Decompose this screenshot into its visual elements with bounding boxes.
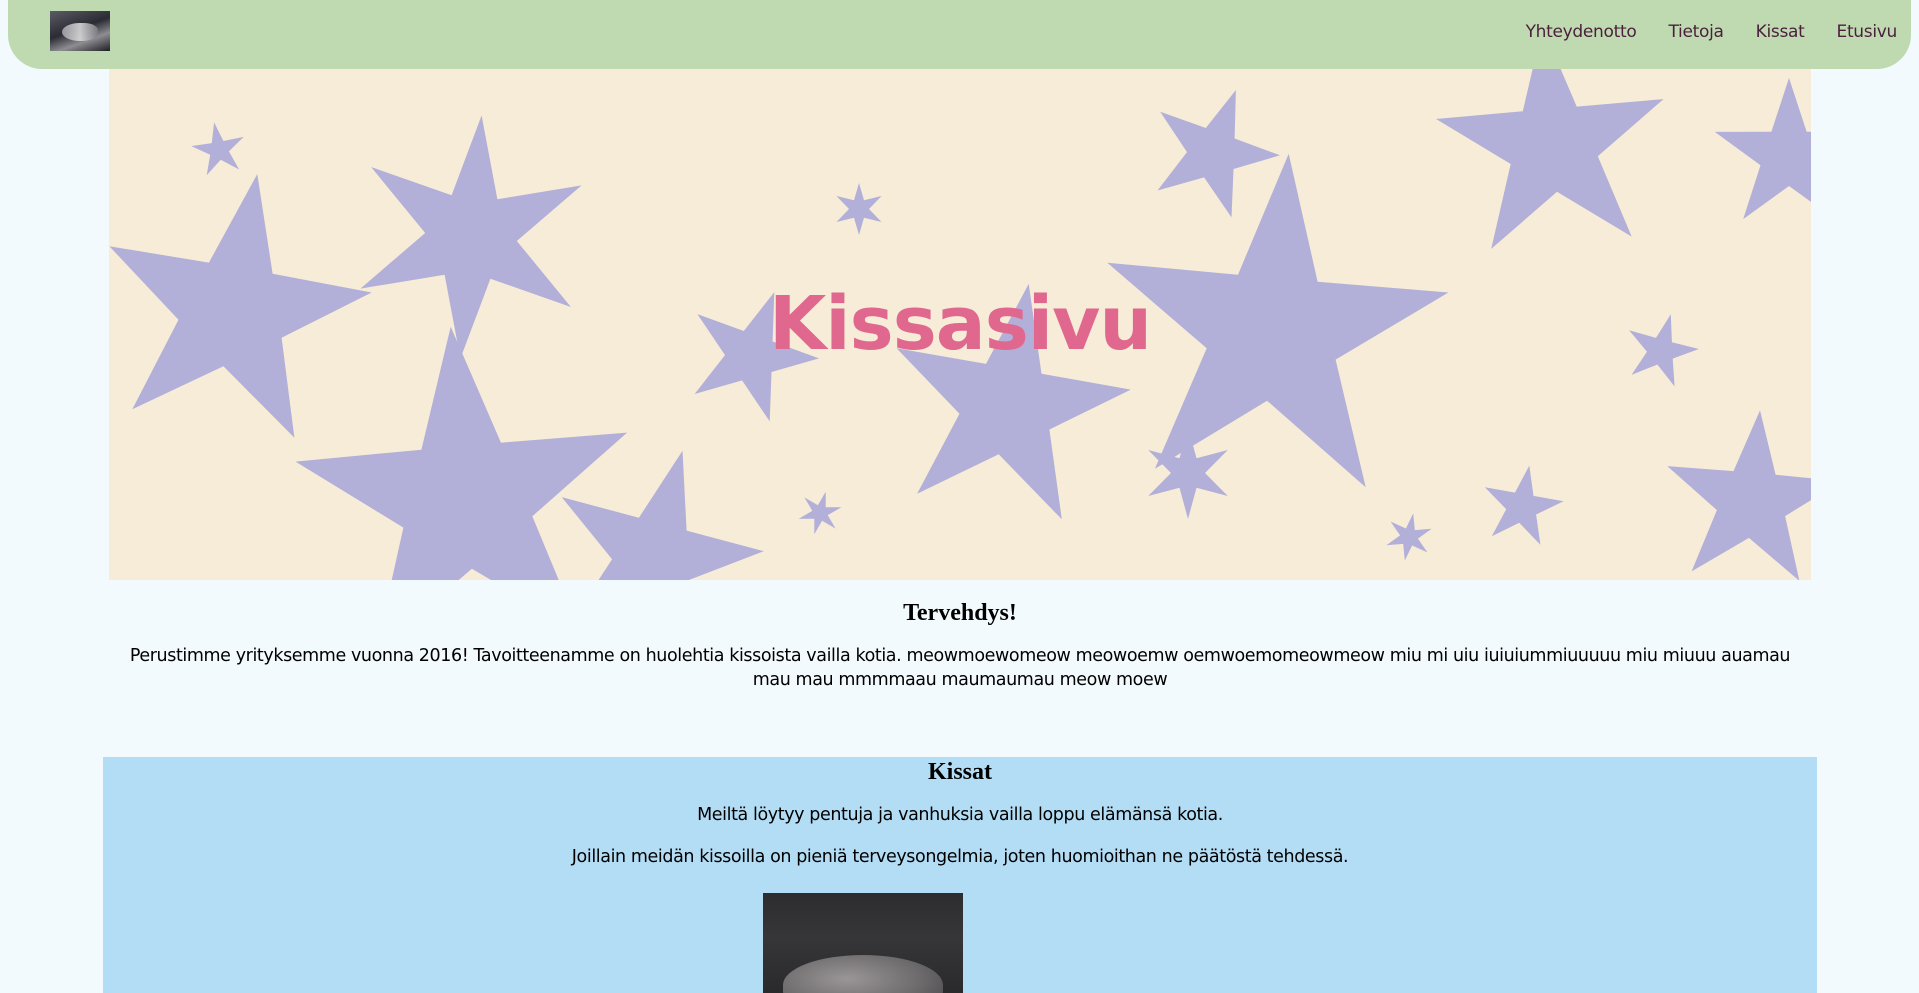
star-shape [1157, 90, 1280, 218]
nav-link-yhteydenotto[interactable]: Yhteydenotto [1526, 22, 1637, 42]
hero-title: Kissasivu [768, 281, 1152, 367]
intro-section: Tervehdys! Perustimme yrityksemme vuonna… [109, 600, 1811, 692]
nav-link-etusivu[interactable]: Etusivu [1837, 22, 1898, 42]
star-shape [1386, 513, 1432, 561]
logo-cat-figure [62, 23, 98, 41]
star-shape [561, 450, 764, 580]
cat-photo[interactable] [763, 893, 963, 993]
cat-photo-fur [783, 955, 943, 993]
intro-heading: Tervehdys! [903, 600, 1017, 626]
nav-links: Yhteydenotto Tietoja Kissat Etusivu [1526, 22, 1898, 42]
star-shape [836, 183, 882, 235]
star-shape [1714, 78, 1811, 220]
logo-cat-image[interactable] [50, 11, 110, 51]
nav-link-kissat[interactable]: Kissat [1756, 22, 1805, 42]
star-shape [1484, 465, 1564, 545]
star-shape [1436, 69, 1664, 249]
star-shape [191, 122, 244, 176]
star-shape [798, 491, 842, 535]
cats-text-2: Joillain meidän kissoilla on pieniä terv… [571, 847, 1349, 867]
star-shape [1148, 427, 1228, 519]
star-shape [1667, 410, 1811, 580]
navbar: Yhteydenotto Tietoja Kissat Etusivu [8, 0, 1911, 69]
cats-section: Kissat Meiltä löytyy pentuja ja vanhuksi… [103, 757, 1817, 993]
cats-heading: Kissat [927, 759, 992, 785]
hero-banner: Kissasivu [109, 69, 1811, 580]
nav-link-tietoja[interactable]: Tietoja [1668, 22, 1723, 42]
cats-text-1: Meiltä löytyy pentuja ja vanhuksia vaill… [697, 805, 1223, 825]
intro-text: Perustimme yrityksemme vuonna 2016! Tavo… [129, 646, 1791, 690]
